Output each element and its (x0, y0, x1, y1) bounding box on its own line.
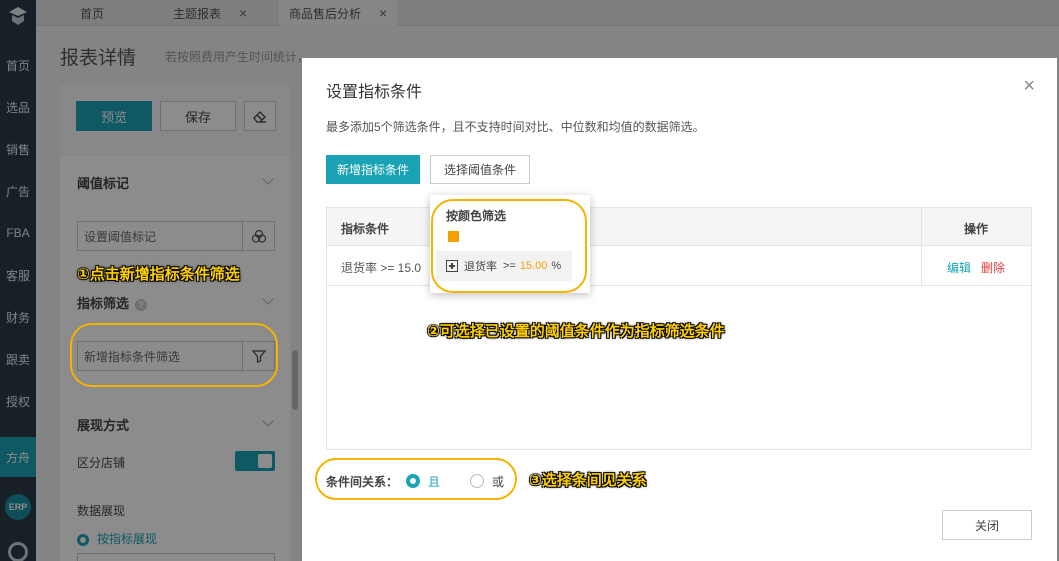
annotation-step-2: ②可选择已设置的阈值条件作为指标筛选条件 (427, 323, 725, 340)
choose-threshold-button[interactable]: 选择阈值条件 (430, 155, 530, 184)
modal-title: 设置指标条件 (326, 84, 423, 101)
column-header-condition: 指标条件 (341, 222, 390, 236)
modal-hint: 最多添加5个筛选条件，且不支持时间对比、中位数和均值的数据筛选。 (326, 120, 705, 134)
close-button[interactable]: 关闭 (942, 510, 1032, 540)
annotation-step-1: ①点击新增指标条件筛选 (77, 266, 240, 283)
column-divider (921, 208, 922, 286)
highlight-ring-filter-field (70, 323, 278, 387)
delete-link[interactable]: 删除 (981, 259, 1005, 276)
annotation-step-3: ③选择条间见关系 (529, 472, 647, 489)
highlight-ring-relation (315, 458, 517, 500)
close-icon[interactable]: × (1023, 76, 1035, 96)
condition-text: 退货率 >= 15.0 (341, 261, 422, 275)
edit-link[interactable]: 编辑 (947, 259, 971, 276)
add-metric-condition-button[interactable]: 新增指标条件 (326, 155, 420, 184)
column-header-action: 操作 (964, 222, 989, 236)
highlight-ring-popover (431, 199, 587, 293)
